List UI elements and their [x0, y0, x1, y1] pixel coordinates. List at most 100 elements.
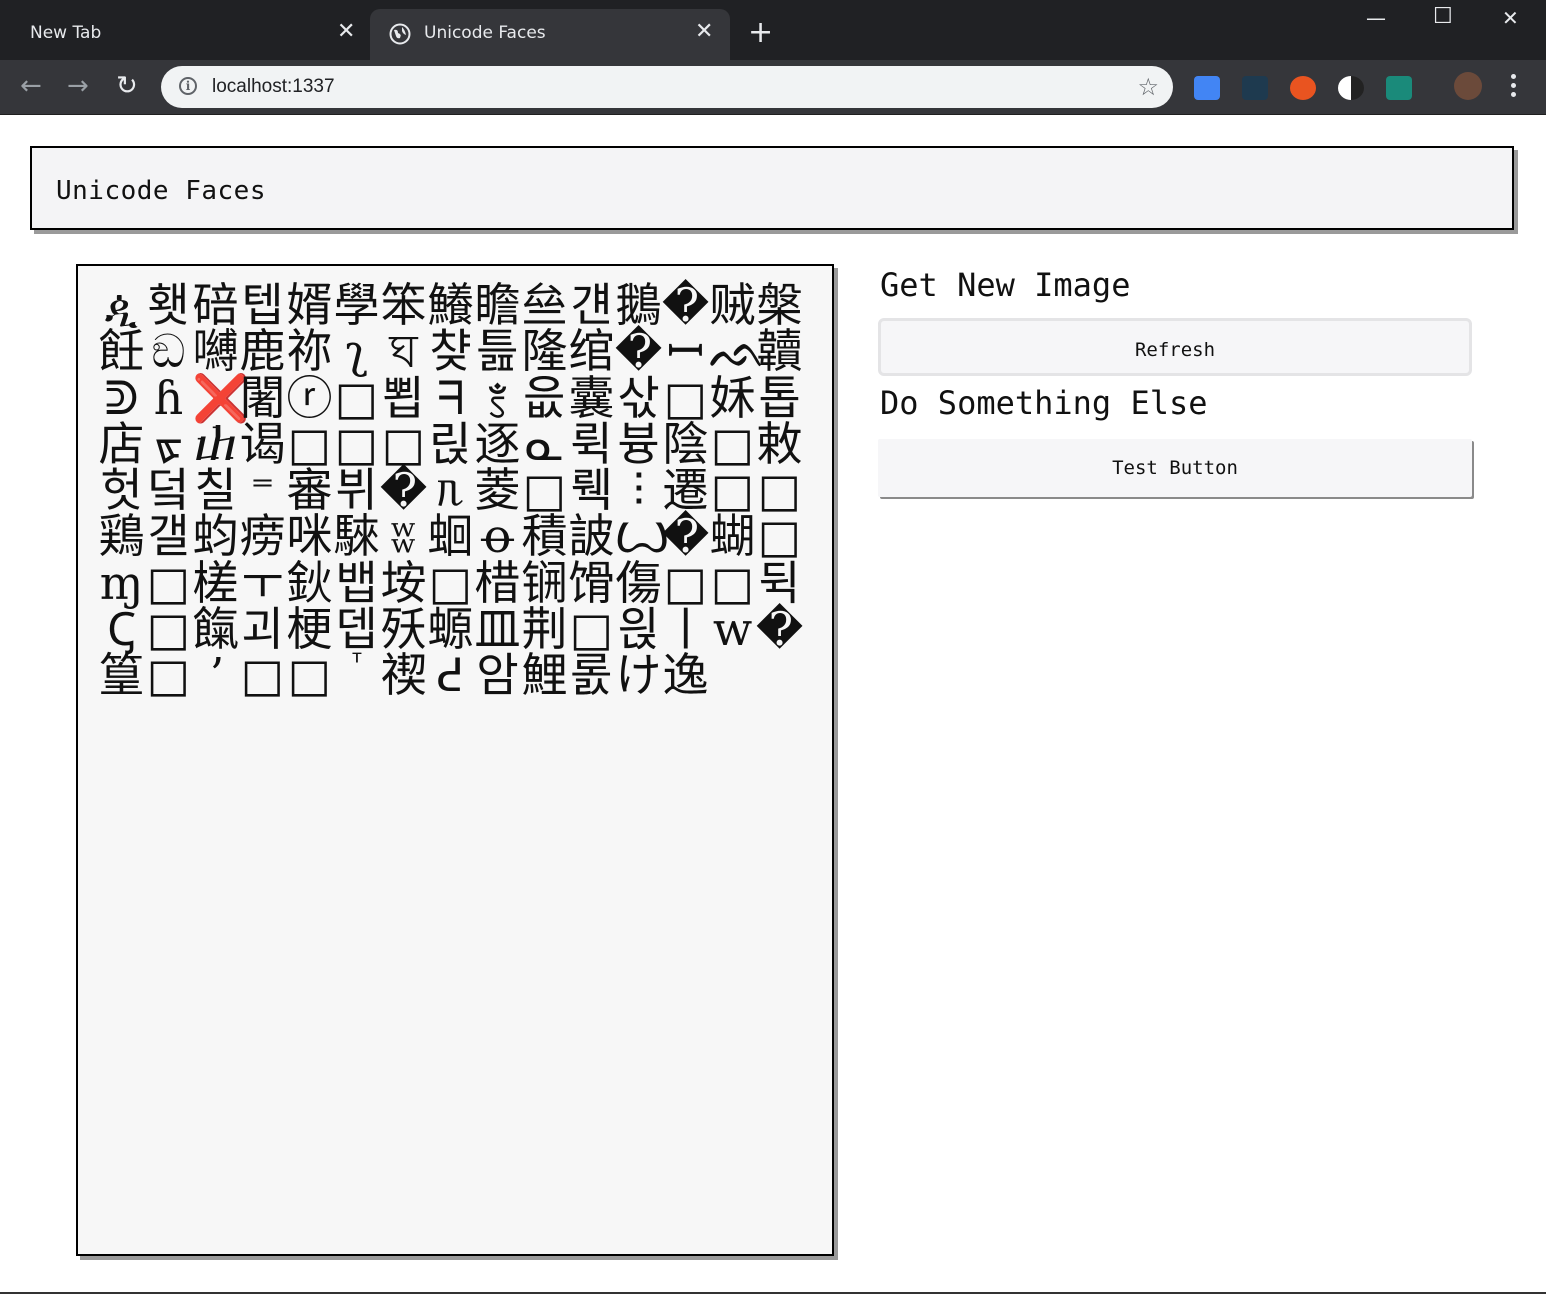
glyph-cell: □	[710, 555, 755, 610]
window-close-icon[interactable]: ✕	[1502, 6, 1519, 30]
glyph-cell: ᥰ	[436, 463, 465, 518]
maximize-icon[interactable]: ☐	[1433, 4, 1453, 29]
glyph-cell: 梗	[286, 602, 333, 657]
glyph-cell: 笨	[380, 278, 427, 332]
glyph-cell: 飪	[98, 324, 145, 379]
refresh-button[interactable]: Refresh	[878, 318, 1472, 376]
tab-unicode-faces[interactable]: Unicode Faces ✕	[370, 9, 730, 60]
tab-strip: New Tab ✕ Unicode Faces ✕ + — ☐ ✕	[0, 0, 1546, 60]
glyph-cell: 삯	[617, 370, 660, 425]
glyph-cell: 칠	[194, 463, 237, 518]
glyph-cell: □	[569, 602, 614, 657]
glyph-cell: □	[428, 555, 473, 610]
glyph-cell: 詖	[568, 509, 615, 564]
glyph-cell: 鈥	[286, 555, 333, 610]
bookmark-star-icon[interactable]: ☆	[1137, 73, 1159, 101]
glyph-cell: 뱁	[335, 555, 378, 610]
glyph-cell: □	[663, 555, 708, 610]
glyph-cell: ꣷ	[488, 370, 507, 425]
glyph-cell: 螈	[427, 602, 474, 657]
glyph-cell: 菱	[474, 463, 521, 518]
glyph-cell: 傷	[615, 555, 662, 610]
password-dots-icon[interactable]	[1242, 76, 1268, 100]
glyph-cell: 敕	[756, 416, 803, 471]
glyph-cell: ⓡ	[286, 370, 333, 425]
tab-new-tab[interactable]: New Tab ✕	[0, 9, 368, 60]
glyph-cell: ❌	[192, 370, 250, 425]
glyph-cell: 괴	[241, 602, 284, 657]
glyph-cell: 韥	[756, 324, 803, 379]
glyph-cell: 騋	[333, 509, 380, 564]
close-icon[interactable]: ✕	[695, 21, 713, 43]
glyph-cell: 馉	[568, 555, 615, 610]
glyph-cell: ⁼	[250, 463, 275, 518]
ubuntu-icon[interactable]	[1290, 76, 1316, 100]
glyph-cell: ঘ	[389, 324, 418, 379]
minimize-icon[interactable]: —	[1366, 6, 1386, 30]
glyph-cell: □	[287, 416, 332, 471]
glyph-cell: ᖷ	[436, 370, 465, 425]
glyph-cell: □	[146, 555, 191, 610]
glyph-cell: ʬ	[389, 509, 418, 564]
glyph-cell: 店	[98, 416, 145, 471]
glyph-cell: □	[522, 463, 567, 518]
forward-arrow-icon[interactable]: →	[67, 73, 89, 99]
glyph-cell: �	[380, 463, 428, 518]
page-header: Unicode Faces	[30, 146, 1514, 230]
glyph-cell: 锎	[521, 555, 568, 610]
glyph-cell: ꝋ	[481, 509, 514, 564]
glyph-cell: □	[334, 416, 379, 471]
glyph-cell: 덬	[147, 463, 190, 518]
glyph-cell: 遷	[662, 463, 709, 518]
close-icon[interactable]: ✕	[337, 21, 355, 43]
glyph-cell: 횃	[147, 278, 190, 332]
address-bar[interactable]: i localhost:1337 ☆	[161, 66, 1173, 108]
glyph-cell: ɦ	[153, 370, 184, 425]
glyph-cell: □	[710, 416, 755, 471]
glyph-cell: ᕲ	[104, 370, 139, 425]
glyph-cell: 헛	[100, 463, 143, 518]
glyph-cell: 롨	[570, 648, 613, 703]
get-new-image-heading: Get New Image	[880, 266, 1131, 304]
glyph-cell: □	[334, 370, 379, 425]
address-url[interactable]: localhost:1337	[212, 76, 335, 98]
glyph-cell: 鶏	[98, 509, 145, 564]
reload-icon[interactable]: ↻	[116, 73, 138, 99]
glyph-cell: 뎁	[335, 602, 378, 657]
monitor-icon[interactable]	[1386, 76, 1412, 100]
glyph-cell: 姀	[709, 370, 756, 425]
glyph-cell: 암	[476, 648, 519, 703]
glyph-cell: 瞻	[474, 278, 521, 332]
back-arrow-icon[interactable]: ←	[20, 73, 42, 99]
glyph-cell	[709, 652, 756, 698]
browser-toolbar: ← → ↻ i localhost:1337 ☆	[0, 60, 1546, 115]
glyph-cell: ꟷ	[666, 324, 705, 379]
avatar[interactable]	[1454, 72, 1482, 100]
glyph-cell: 痨	[239, 509, 286, 564]
glyph-cell: 蝴	[709, 509, 756, 564]
glyph-cell: Ꞔ	[106, 602, 137, 657]
glyph-cell: 垵	[380, 555, 427, 610]
glyph-cell: 릱	[429, 416, 472, 471]
glyph-cell: ⴐ	[193, 416, 238, 471]
test-button[interactable]: Test Button	[878, 439, 1472, 497]
glyph-cell: 蛔	[427, 509, 474, 564]
info-icon[interactable]: i	[179, 77, 197, 95]
globe-icon	[389, 23, 411, 45]
google-translate-icon[interactable]	[1194, 76, 1220, 100]
glyph-cell: 鱶	[427, 278, 474, 332]
glyph-cell: 뤡	[570, 463, 613, 518]
glyph-cell: 틆	[476, 324, 519, 379]
glyph-cell: 皿	[474, 602, 521, 657]
glyph-cell: �	[662, 509, 710, 564]
tab-title: New Tab	[30, 23, 102, 43]
glyph-cell: 읝	[617, 602, 660, 657]
glyph-cell: 婿	[286, 278, 333, 332]
glyph-cell: ⷮ	[333, 652, 380, 698]
dark-reader-icon[interactable]	[1338, 76, 1364, 100]
glyph-cell: 槎	[192, 555, 239, 610]
glyph-cell: 텝	[241, 278, 284, 332]
glyph-cell: 學	[333, 278, 380, 332]
menu-dots-icon[interactable]	[1508, 74, 1518, 100]
plus-icon[interactable]: +	[748, 18, 773, 48]
